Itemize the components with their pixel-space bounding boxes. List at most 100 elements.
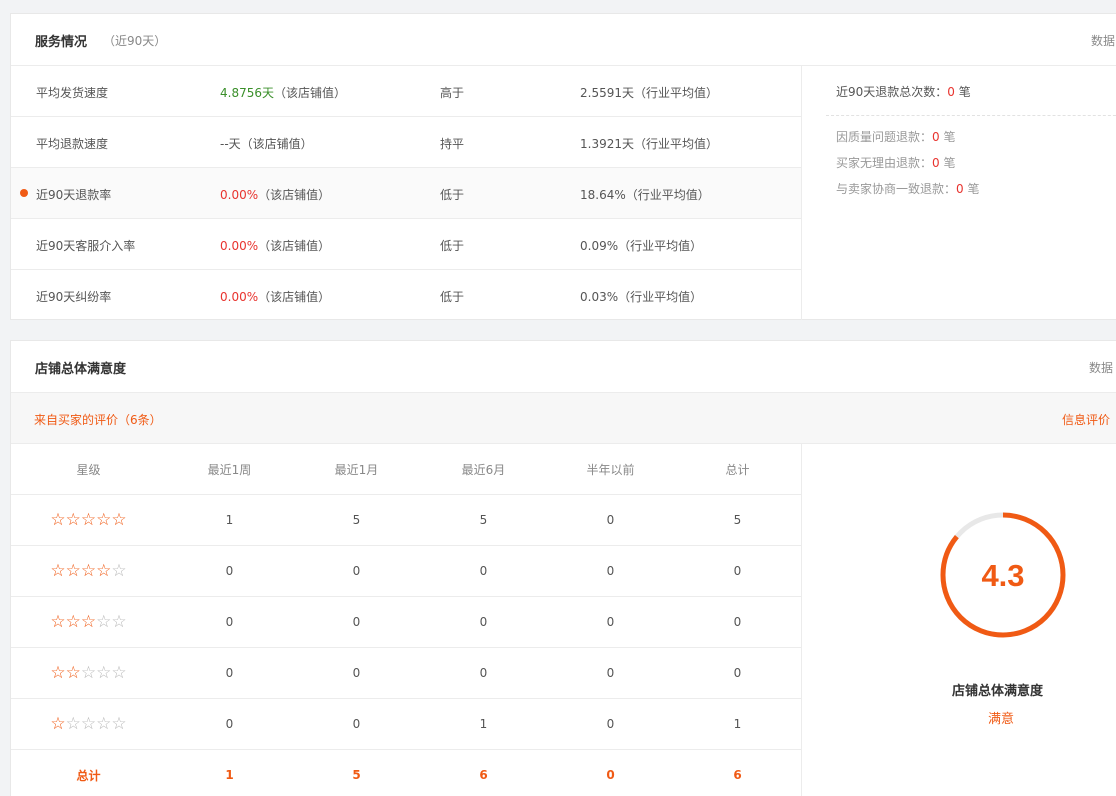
metric-value: 4.8756天（该店铺值）	[220, 84, 346, 101]
review-source-link[interactable]: 来自买家的评价（6条）	[34, 411, 162, 428]
metric-industry: 0.03%（行业平均值）	[580, 290, 703, 304]
score-ring: 4.3	[938, 510, 1068, 643]
service-data-link[interactable]: 数据	[1091, 32, 1115, 49]
rating-row-5-star: ☆☆☆☆☆ 1 5 5 0 5	[11, 495, 801, 546]
rating-cell: 5	[352, 513, 361, 527]
rating-table: 星级 最近1周 最近1月 最近6月 半年以前 总计 ☆☆☆☆☆ 1 5 5 0 5 ☆☆☆☆…	[11, 444, 801, 796]
rating-rows: ☆☆☆☆☆ 1 5 5 0 5 ☆☆☆☆☆ 0 0 0 0 0 ☆☆☆☆☆ 0 0 0 0 0 ☆☆☆☆☆ 0 0 0 0 0…	[11, 495, 801, 750]
rating-row-1-star: ☆☆☆☆☆ 0 0 1 0 1	[11, 699, 801, 750]
metric-industry: 1.3921天（行业平均值）	[580, 137, 718, 151]
service-panel: 服务情况 （近90天） 数据 平均发货速度 4.8756天（该店铺值） 高于 2…	[10, 13, 1116, 320]
star-empty-icon: ☆	[80, 662, 97, 683]
score-value: 4.3	[981, 558, 1024, 593]
rating-cell: 0	[606, 615, 615, 629]
refund-item-negotiated: 与卖家协商一致退款：0 笔	[836, 180, 979, 197]
rating-cell: 5	[733, 513, 742, 527]
satisfaction-data-link[interactable]: 数据	[1089, 359, 1113, 376]
rating-table-header: 星级 最近1周 最近1月 最近6月 半年以前 总计	[11, 444, 801, 495]
rating-cell: 0	[606, 564, 615, 578]
metric-store-value: 0.00%	[220, 188, 259, 202]
total-cell: 6	[479, 768, 488, 782]
column-header: 最近1月	[334, 462, 379, 477]
rating-cell: 0	[225, 615, 234, 629]
rating-cell: 0	[733, 564, 742, 578]
star-filled-icon: ☆	[80, 560, 97, 581]
service-metric-list: 平均发货速度 4.8756天（该店铺值） 高于 2.5591天（行业平均值） 平…	[11, 66, 801, 321]
star-rating: ☆☆☆☆☆	[11, 560, 166, 581]
refund-item-unit: 笔	[963, 182, 980, 196]
active-indicator-dot	[20, 189, 28, 197]
refund-item-value: 0	[956, 182, 964, 196]
metric-row-refund-speed: 平均退款速度 --天（该店铺值） 持平 1.3921天（行业平均值）	[11, 117, 801, 168]
star-rating: ☆☆☆☆☆	[11, 611, 166, 632]
star-filled-icon: ☆	[65, 662, 81, 683]
metric-compare: 持平	[440, 137, 465, 151]
refund-item-quality: 因质量问题退款：0 笔	[836, 128, 955, 145]
rating-cell: 0	[733, 615, 742, 629]
refund-divider	[826, 115, 1116, 116]
star-filled-icon: ☆	[65, 560, 81, 581]
refund-item-value: 0	[932, 130, 940, 144]
score-ring-svg: 4.3	[940, 512, 1066, 638]
star-empty-icon: ☆	[65, 713, 81, 734]
star-filled-icon: ☆	[50, 611, 66, 632]
rating-cell: 0	[225, 564, 234, 578]
star-empty-icon: ☆	[96, 611, 112, 632]
metric-row-cs-intervention: 近90天客服介入率 0.00%（该店铺值） 低于 0.09%（行业平均值）	[11, 219, 801, 270]
metric-label: 平均发货速度	[36, 86, 109, 100]
column-header: 星级	[76, 462, 101, 477]
score-level: 满意	[988, 712, 1015, 727]
rating-cell: 0	[606, 513, 615, 527]
refund-total-label: 近90天退款总次数：	[836, 85, 948, 99]
rating-cell: 1	[479, 717, 488, 731]
metric-value-suffix: （该店铺值）	[258, 290, 331, 304]
star-empty-icon: ☆	[111, 560, 127, 581]
rating-cell: 0	[225, 666, 234, 680]
metric-value: 0.00%（该店铺值）	[220, 186, 330, 203]
rating-cell: 0	[606, 666, 615, 680]
star-filled-icon: ☆	[50, 560, 66, 581]
refund-item-unit: 笔	[939, 130, 956, 144]
review-info-link[interactable]: 信息评价	[1062, 411, 1110, 428]
rating-cell: 0	[352, 615, 361, 629]
total-label: 总计	[76, 768, 101, 783]
metric-industry: 18.64%（行业平均值）	[580, 188, 710, 202]
metric-label: 近90天退款率	[36, 188, 112, 202]
total-cell: 1	[225, 768, 234, 782]
rating-cell: 1	[225, 513, 234, 527]
rating-total-row: 总计 1 5 6 0 6	[11, 750, 801, 796]
rating-row-3-star: ☆☆☆☆☆ 0 0 0 0 0	[11, 597, 801, 648]
metric-value: 0.00%（该店铺值）	[220, 288, 330, 305]
column-header: 半年以前	[586, 462, 635, 477]
refund-summary: 近90天退款总次数：0 笔 因质量问题退款：0 笔 买家无理由退款：0 笔 与卖…	[801, 66, 1116, 320]
rating-cell: 0	[479, 564, 488, 578]
refund-total-unit: 笔	[954, 85, 971, 99]
metric-store-value: 0.00%	[220, 239, 259, 253]
column-header: 最近1周	[207, 462, 252, 477]
refund-item-label: 与卖家协商一致退款：	[836, 182, 957, 196]
refund-item-value: 0	[932, 156, 940, 170]
star-filled-icon: ☆	[65, 509, 81, 530]
star-rating: ☆☆☆☆☆	[11, 713, 166, 734]
service-subtitle: （近90天）	[103, 34, 167, 48]
service-header: 服务情况 （近90天） 数据	[11, 14, 1116, 66]
star-empty-icon: ☆	[111, 611, 127, 632]
star-empty-icon: ☆	[96, 713, 112, 734]
star-empty-icon: ☆	[96, 662, 112, 683]
metric-value: --天（该店铺值）	[220, 135, 313, 152]
star-filled-icon: ☆	[80, 611, 97, 632]
rating-cell: 5	[479, 513, 488, 527]
metric-compare: 低于	[440, 290, 465, 304]
star-filled-icon: ☆	[111, 509, 127, 530]
metric-compare: 低于	[440, 239, 465, 253]
rating-cell: 0	[352, 717, 361, 731]
rating-cell: 0	[352, 564, 361, 578]
total-cell: 0	[606, 768, 615, 782]
score-panel: 4.3 店铺总体满意度 满意	[801, 444, 1116, 796]
score-label: 店铺总体满意度	[952, 684, 1044, 699]
metric-label: 近90天客服介入率	[36, 239, 136, 253]
metric-store-value: 4.8756天	[220, 86, 274, 100]
metric-compare: 低于	[440, 188, 465, 202]
rating-row-4-star: ☆☆☆☆☆ 0 0 0 0 0	[11, 546, 801, 597]
star-filled-icon: ☆	[50, 713, 66, 734]
